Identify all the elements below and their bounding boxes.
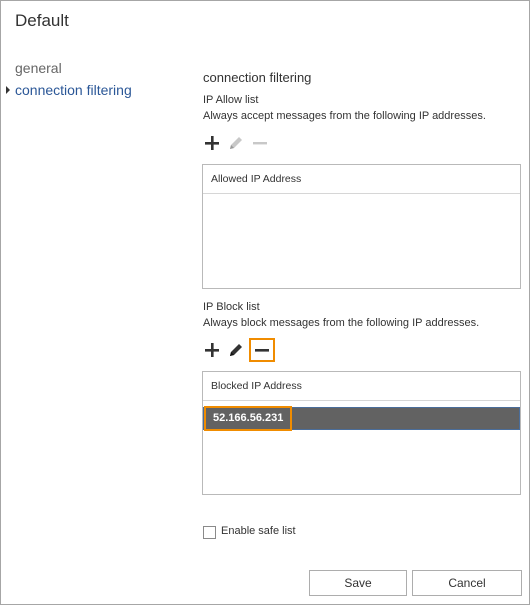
block-remove-button[interactable] (249, 338, 275, 362)
block-list-toolbar (201, 338, 291, 363)
allow-remove-button[interactable] (249, 132, 271, 154)
nav-item-label: general (15, 60, 62, 76)
block-add-button[interactable] (201, 339, 223, 361)
dialog-title: Default (15, 11, 69, 30)
allow-list-grid[interactable]: Allowed IP Address (202, 164, 521, 289)
allow-list-title: IP Allow list (203, 94, 259, 106)
save-button[interactable]: Save (309, 570, 407, 596)
safe-list-label[interactable]: Enable safe list (221, 525, 296, 537)
pencil-icon (230, 344, 242, 356)
safe-list-checkbox[interactable] (203, 526, 216, 539)
block-list-title: IP Block list (203, 301, 260, 313)
allow-list-description: Always accept messages from the followin… (203, 110, 486, 122)
allow-edit-button[interactable] (225, 132, 247, 154)
minus-icon (255, 349, 269, 352)
plus-icon (205, 136, 219, 150)
block-list-description: Always block messages from the following… (203, 317, 480, 329)
block-list-grid[interactable]: Blocked IP Address 52.166.56.231 (202, 371, 521, 495)
table-row[interactable]: 52.166.56.231 (203, 406, 520, 431)
nav-item-connection-filtering[interactable]: connection filtering (1, 79, 191, 101)
section-heading: connection filtering (203, 70, 312, 85)
caret-right-icon (6, 86, 10, 94)
allow-add-button[interactable] (201, 132, 223, 154)
plus-icon (205, 343, 219, 357)
minus-icon (253, 142, 267, 145)
cancel-button[interactable]: Cancel (412, 570, 522, 596)
sidebar-nav: general connection filtering (1, 57, 191, 101)
block-list-column-header[interactable]: Blocked IP Address (203, 372, 520, 401)
pencil-icon (230, 137, 242, 149)
nav-item-label: connection filtering (15, 82, 132, 98)
block-edit-button[interactable] (225, 339, 247, 361)
allow-list-toolbar (201, 132, 291, 156)
nav-item-general[interactable]: general (1, 57, 191, 79)
allow-list-column-header[interactable]: Allowed IP Address (203, 165, 520, 194)
blocked-ip-cell[interactable]: 52.166.56.231 (204, 406, 292, 431)
dialog-window: Default general connection filtering con… (0, 0, 530, 605)
